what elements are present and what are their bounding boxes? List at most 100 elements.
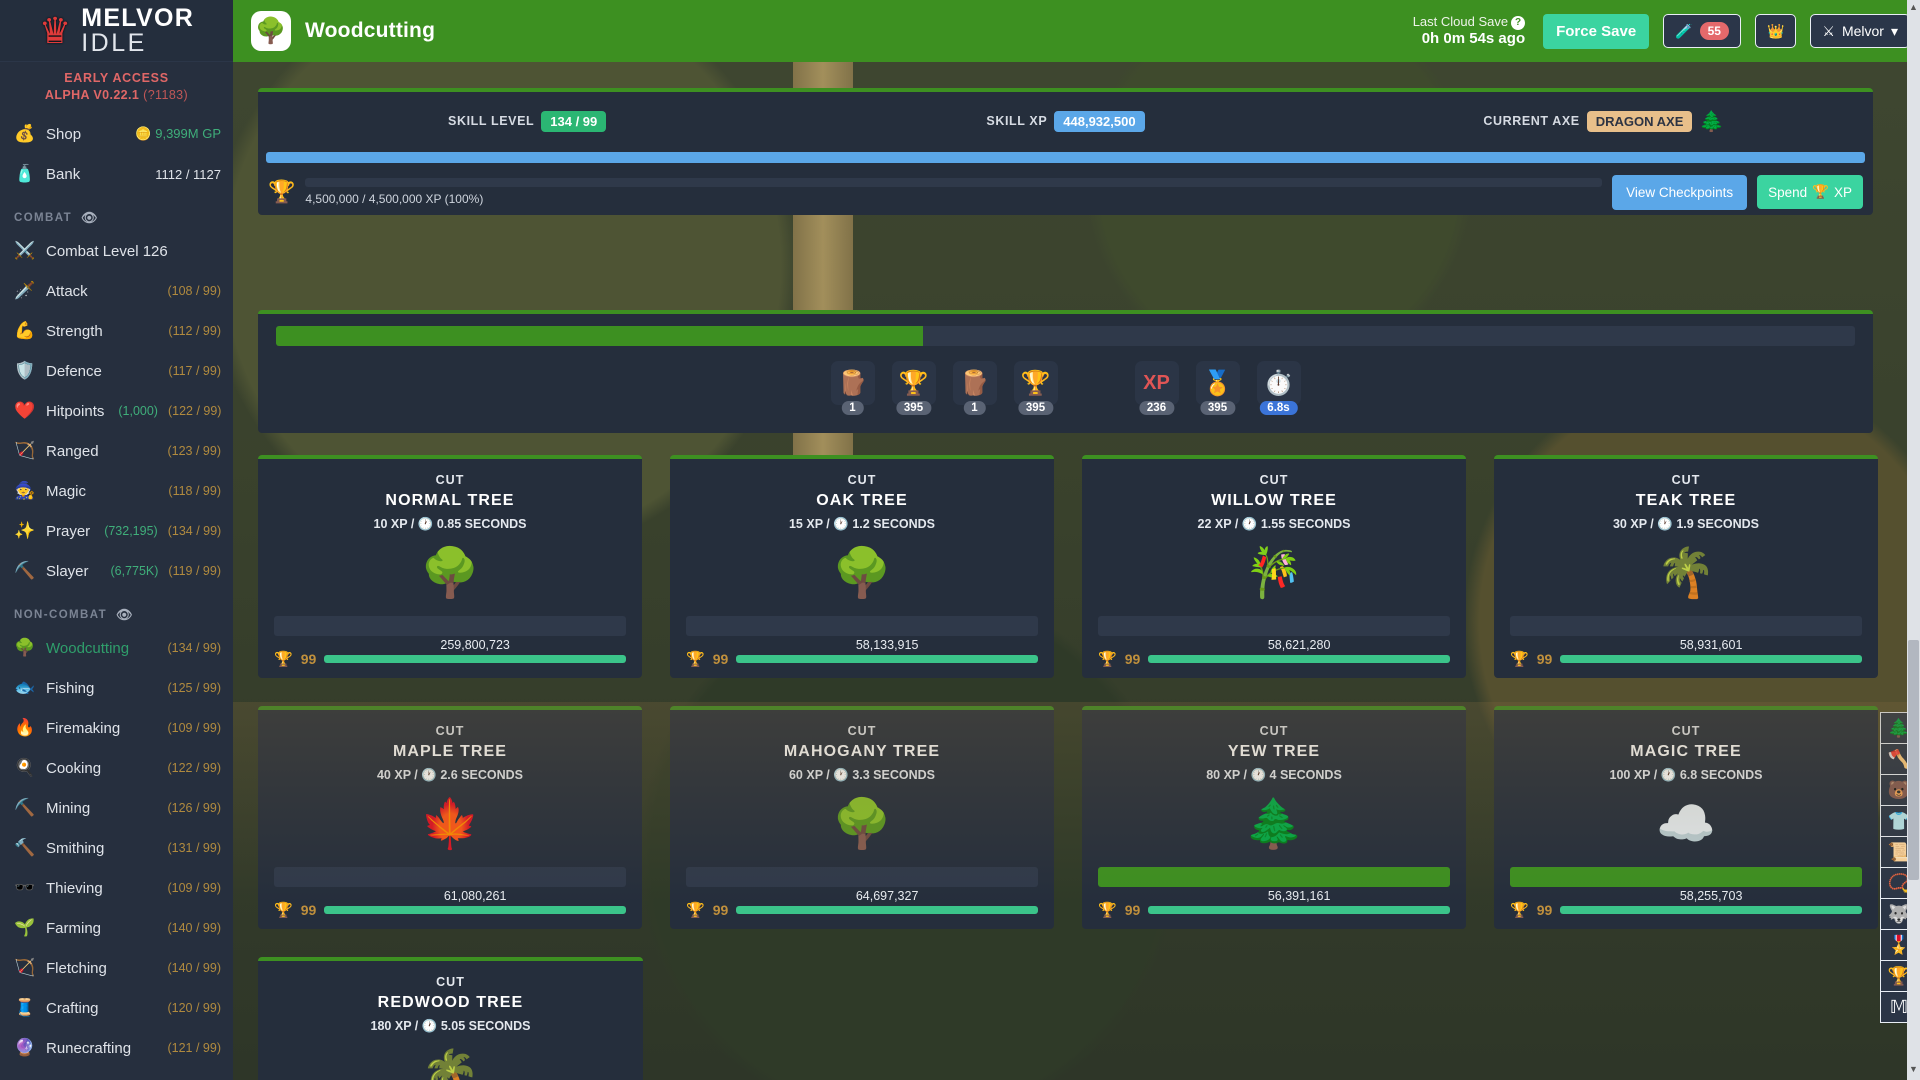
action-label: CUT <box>1259 724 1289 738</box>
mastery-pool-progress: 4,500,000 / 4,500,000 XP (100%) <box>305 178 1603 206</box>
tree-card-maple-tree[interactable]: CUT MAPLE TREE 40 XP / 🕐 2.6 SECONDS 🍁 🏆 99 61… <box>258 706 642 929</box>
tree-card-redwood-tree[interactable]: CUT REDWOOD TREE 180 XP / 🕐 5.05 SECONDS 🌴 <box>258 957 643 1080</box>
trophy-icon: 🏆 <box>274 902 293 919</box>
sidebar-item-cooking[interactable]: 🍳 Cooking (122 / 99) <box>0 748 233 788</box>
sidebar-section-noncombat[interactable]: NON-COMBAT 👁 <box>0 591 233 628</box>
mastery-xp: 259,800,723 <box>440 638 510 652</box>
mastery-xp: 61,080,261 <box>443 889 507 903</box>
scroll-up-arrow[interactable]: ▲ <box>1907 2 1920 16</box>
eye-icon[interactable]: 👁 <box>116 607 134 623</box>
tree-card-yew-tree[interactable]: CUT YEW TREE 80 XP / 🕐 4 SECONDS 🌲 🏆 99 56,391… <box>1082 706 1466 929</box>
tree-card-magic-tree[interactable]: CUT MAGIC TREE 100 XP / 🕐 6.8 SECONDS ☁️ 🏆 99… <box>1494 706 1878 929</box>
sidebar-item-defence[interactable]: 🛡️ Defence (117 / 99) <box>0 351 233 391</box>
mastery-pool-text: 4,500,000 / 4,500,000 XP (100%) <box>305 192 484 206</box>
wizard-hat-icon: 🧙 <box>14 481 36 500</box>
brand-header[interactable]: ♛ MELVOR IDLE <box>0 0 233 62</box>
tree-time: 2.6 SECONDS <box>440 768 523 782</box>
sidebar-item-ranged[interactable]: 🏹 Ranged (123 / 99) <box>0 431 233 471</box>
scroll-down-arrow[interactable]: ▼ <box>1907 1064 1920 1078</box>
section-label: COMBAT <box>14 212 73 224</box>
tree-card-teak-tree[interactable]: CUT TEAK TREE 30 XP / 🕐 1.9 SECONDS 🌴 🏆 99 58,… <box>1494 455 1878 678</box>
runecrafting-icon: 🔮 <box>14 1038 36 1057</box>
stat-count: 6.8s <box>1259 401 1298 415</box>
sidebar-item-farming[interactable]: 🌱 Farming (140 / 99) <box>0 908 233 948</box>
help-icon[interactable]: ? <box>1511 15 1526 30</box>
sidebar-item-strength[interactable]: 💪 Strength (112 / 99) <box>0 311 233 351</box>
tree-time: 5.05 SECONDS <box>440 1019 531 1033</box>
cloud-save-label: Last Cloud Save <box>1412 13 1509 29</box>
tree-xp: 100 XP <box>1609 768 1651 782</box>
sidebar-item-level: (126 / 99) <box>167 801 221 815</box>
mastery-xp-stat[interactable]: 🏆 395 <box>891 361 936 415</box>
sidebar-item-label: Hitpoints <box>46 402 105 420</box>
spend-mastery-xp-button[interactable]: Spend 🏆 XP <box>1757 175 1863 209</box>
tree-time: 1.9 SECONDS <box>1676 517 1759 531</box>
sidebar-item-level: (123 / 99) <box>167 444 221 458</box>
sidebar-item-prayer[interactable]: ✨ Prayer (732,195) (134 / 99) <box>0 511 233 551</box>
clock-icon: 🕐 <box>833 768 849 782</box>
view-checkpoints-button[interactable]: View Checkpoints <box>1612 174 1748 210</box>
tree-name: MAPLE TREE <box>392 743 508 760</box>
sidebar-item-magic[interactable]: 🧙 Magic (118 / 99) <box>0 471 233 511</box>
sidebar-item-crafting[interactable]: 🧵 Crafting (120 / 99) <box>0 988 233 1028</box>
tree-time: 6.8 SECONDS <box>1679 768 1763 782</box>
sidebar-item-firemaking[interactable]: 🔥 Firemaking (109 / 99) <box>0 708 233 748</box>
tree-name: TEAK TREE <box>1635 492 1737 509</box>
sidebar-item-shop[interactable]: 💰 Shop 🪙 9,399M GP <box>0 114 233 154</box>
sidebar-item-thieving[interactable]: 🕶️ Thieving (109 / 99) <box>0 868 233 908</box>
secondary-mastery-stat[interactable]: 🏆 395 <box>1013 361 1058 415</box>
eye-icon[interactable]: 👁 <box>81 210 99 226</box>
tree-card-normal-tree[interactable]: CUT NORMAL TREE 10 XP / 🕐 0.85 SECONDS 🌳 🏆 99… <box>258 455 642 678</box>
separator: / <box>414 768 418 782</box>
secondary-logs-stat[interactable]: 🪵 1 <box>952 361 997 415</box>
yew-logs-stat[interactable]: 🪵 1 <box>830 361 875 415</box>
interval-stat[interactable]: ⏱️ 6.8s <box>1256 361 1301 415</box>
sidebar-item-hitpoints[interactable]: ❤️ Hitpoints (1,000) (122 / 99) <box>0 391 233 431</box>
sidebar-item-smithing[interactable]: 🔨 Smithing (131 / 99) <box>0 828 233 868</box>
mastery-pool-stat[interactable]: 🏅 395 <box>1195 361 1240 415</box>
tree-xp: 22 XP <box>1197 517 1232 531</box>
mastery-chip[interactable]: 👑 <box>1754 14 1797 48</box>
sidebar-item-fletching[interactable]: 🏹 Fletching (140 / 99) <box>0 948 233 988</box>
clock-icon: 🕐 <box>1250 768 1267 782</box>
page-scrollbar[interactable]: ▲ ▼ <box>1907 0 1920 1080</box>
sidebar-item-fishing[interactable]: 🐟 Fishing (125 / 99) <box>0 668 233 708</box>
sidebar-item-level: (122 / 99) <box>167 404 222 418</box>
sidebar-item-woodcutting[interactable]: 🌳 Woodcutting (134 / 99) <box>0 628 233 668</box>
tree-card-oak-tree[interactable]: CUT OAK TREE 15 XP / 🕐 1.2 SECONDS 🌳 🏆 99 58,1… <box>670 455 1054 678</box>
sidebar-item-attack[interactable]: 🗡️ Attack (108 / 99) <box>0 271 233 311</box>
skill-info-panel: SKILL LEVEL 134 / 99 SKILL XP 448,932,50… <box>258 88 1873 215</box>
mastery-footer: 🏆 99 58,133,915 <box>686 638 1038 668</box>
tree-icon: 🌳 <box>14 638 36 657</box>
skill-level-value: 134 / 99 <box>541 110 607 132</box>
tree-time: 3.3 SECONDS <box>852 768 935 782</box>
skill-xp-stat: SKILL XP 448,932,500 <box>796 110 1334 132</box>
shield-icon: 🛡️ <box>14 361 36 380</box>
sidebar-item-label: Runecrafting <box>46 1039 132 1057</box>
tree-name: WILLOW TREE <box>1211 492 1337 509</box>
bow-and-arrow-icon: 🏹 <box>14 441 36 460</box>
force-save-button[interactable]: Force Save <box>1543 13 1650 49</box>
sidebar-item-sub: (6,775K) <box>110 564 159 578</box>
tree-card-willow-tree[interactable]: CUT WILLOW TREE 22 XP / 🕐 1.55 SECONDS 🎋 🏆 99… <box>1082 455 1466 678</box>
tree-grid: CUT NORMAL TREE 10 XP / 🕐 0.85 SECONDS 🌳 🏆 99… <box>258 455 1878 1080</box>
sidebar-item-bank[interactable]: 🧴 Bank 1112 / 1127 <box>0 154 233 194</box>
mastery-footer: 🏆 99 56,391,161 <box>1098 889 1450 919</box>
skill-level-stat: SKILL LEVEL 134 / 99 <box>258 110 796 132</box>
sidebar-section-combat[interactable]: COMBAT 👁 <box>0 194 233 231</box>
potion-chip[interactable]: 🧪 55 <box>1663 14 1741 48</box>
trophy-icon: 🏆 <box>686 651 705 668</box>
brand-line-2: IDLE <box>81 28 147 57</box>
early-access-label: EARLY ACCESS <box>64 71 169 85</box>
action-label: CUT <box>1671 473 1701 487</box>
tree-card-mahogany-tree[interactable]: CUT MAHOGANY TREE 60 XP / 🕐 3.3 SECONDS 🌳 🏆 9… <box>670 706 1054 929</box>
scrollbar-thumb[interactable] <box>1908 640 1919 880</box>
sidebar-item-slayer[interactable]: ⛏️ Slayer (6,775K) (119 / 99) <box>0 551 233 591</box>
skill-level-label: SKILL LEVEL <box>448 114 535 128</box>
sidebar-item-mining[interactable]: ⛏️ Mining (126 / 99) <box>0 788 233 828</box>
skill-xp-stat[interactable]: XP 236 <box>1134 361 1179 415</box>
sidebar-item-combat-level-126[interactable]: ⚔️ Combat Level 126 <box>0 231 233 271</box>
sidebar-item-runecrafting[interactable]: 🔮 Runecrafting (121 / 99) <box>0 1028 233 1068</box>
thief-icon: 🕶️ <box>14 878 36 897</box>
account-chip[interactable]: ⚔ Melvor ▾ <box>1810 14 1910 48</box>
